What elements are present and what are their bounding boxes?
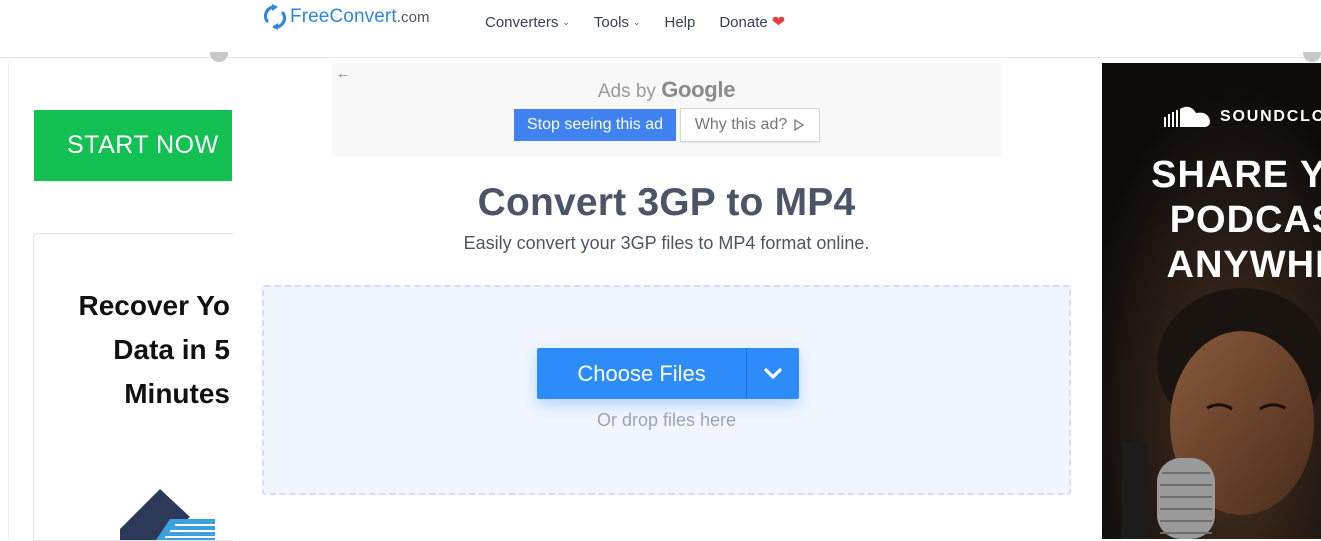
nav-help-label: Help xyxy=(664,13,696,31)
file-dropzone[interactable]: Choose Files Or drop files here xyxy=(262,285,1071,495)
left-ad-card[interactable]: Recover Yo Data in 5 Minutes xyxy=(33,233,233,541)
nav-donate[interactable]: Donate ❤ xyxy=(719,12,785,32)
drop-files-hint: Or drop files here xyxy=(596,410,737,430)
start-now-button[interactable]: START NOW xyxy=(34,110,232,181)
site-logo[interactable]: FreeConvert.com xyxy=(263,4,430,30)
heart-icon: ❤ xyxy=(771,14,786,31)
recovery-software-logo-icon xyxy=(120,489,215,540)
main-nav: Converters ⌄ Tools ⌄ Help Donate ❤ xyxy=(485,12,809,32)
page-subtitle: Easily convert your 3GP files to MP4 for… xyxy=(463,233,870,253)
soundcloud-brand: SOUNDCLO xyxy=(1220,108,1321,125)
why-this-ad-label: Why this ad? xyxy=(694,116,788,133)
logo-text: FreeConvert xyxy=(290,6,397,27)
google-ad-panel: ← Ads by Google Stop seeing this ad Why … xyxy=(332,63,1001,157)
nav-tools-label: Tools xyxy=(593,13,629,31)
soundcloud-cloud-icon xyxy=(1164,106,1210,127)
chevron-down-icon: ⌄ xyxy=(562,16,570,27)
why-this-ad-button[interactable]: Why this ad? xyxy=(680,108,820,142)
chevron-down-icon: ⌄ xyxy=(632,16,641,27)
site-header: FreeConvert.com Converters ⌄ Tools ⌄ Hel… xyxy=(0,0,1321,58)
nav-tools[interactable]: Tools ⌄ xyxy=(594,12,641,32)
right-ad-headline: SHARE YO PODCAS ANYWHE xyxy=(1151,154,1321,286)
nav-converters[interactable]: Converters ⌄ xyxy=(485,12,570,32)
page-title: Convert 3GP to MP4 xyxy=(477,181,856,224)
ads-by-google: Ads by Google xyxy=(332,77,1001,103)
right-ad-soundcloud[interactable]: SOUNDCLO SHARE YO PODCAS ANYWHE xyxy=(1102,63,1321,539)
ads-by-label: Ads by xyxy=(597,81,656,102)
chevron-down-icon xyxy=(764,367,782,379)
adchoices-icon xyxy=(794,119,805,131)
nav-donate-label: Donate xyxy=(719,13,768,31)
soundcloud-logo: SOUNDCLO xyxy=(1164,105,1321,129)
nav-help[interactable]: Help xyxy=(664,12,695,32)
file-source-dropdown-button[interactable] xyxy=(746,348,799,399)
nav-converters-label: Converters xyxy=(485,13,559,31)
google-brand: Google xyxy=(661,77,736,102)
ad-close-icon[interactable] xyxy=(210,52,228,62)
stop-seeing-ad-button[interactable]: Stop seeing this ad xyxy=(514,109,676,141)
ad-close-icon[interactable] xyxy=(1303,52,1321,62)
choose-files-button-group: Choose Files xyxy=(537,348,799,399)
left-ad-headline: Recover Yo Data in 5 Minutes xyxy=(78,290,230,409)
choose-files-button[interactable]: Choose Files xyxy=(537,348,746,399)
podcaster-photo-illustration xyxy=(1102,63,1321,539)
refresh-logo-icon xyxy=(263,4,287,30)
logo-domain-suffix: .com xyxy=(396,9,430,26)
